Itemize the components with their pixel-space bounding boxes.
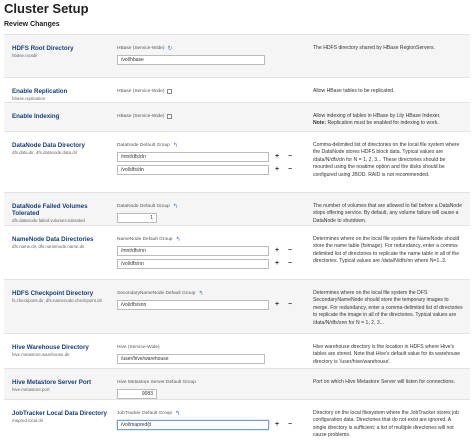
config-key: fs.checkpoint.dir, dfs.namenode.checkpoi…	[12, 298, 103, 303]
back-arrow-icon[interactable]: ↰	[173, 204, 178, 210]
config-name: DataNode Failed Volumes Tolerated	[12, 203, 88, 217]
config-group: Hive Metastore Server Default Group	[117, 380, 196, 385]
config-key: dfs.datanode.failed.volumes.tolerated	[12, 218, 85, 223]
config-group: JobTracker Default Group	[117, 411, 173, 416]
add-button[interactable]: +	[272, 246, 282, 256]
config-group: DataNode Default Group	[117, 204, 170, 209]
enable-replication-checkbox[interactable]	[167, 89, 173, 94]
config-row-datanode-failed-volumes: DataNode Failed Volumes Tolerated dfs.da…	[4, 192, 470, 225]
config-group: DataNode Default Group	[117, 143, 170, 148]
config-key: hive.metastore.port	[12, 387, 50, 392]
add-button[interactable]: +	[272, 165, 282, 175]
config-description: Allow HBase tables to be replicated.	[313, 88, 395, 94]
config-row-hive-metastore-port: Hive Metastore Server Port hive.metastor…	[4, 368, 470, 399]
config-group: HBase (Service-Wide)	[117, 114, 165, 119]
config-name: Hive Metastore Server Port	[12, 379, 92, 386]
config-name: NameNode Data Directories	[12, 236, 94, 243]
config-row-namenode-data-directories: NameNode Data Directories dfs.name.dir, …	[4, 225, 470, 279]
remove-button[interactable]: −	[285, 246, 295, 256]
config-name: JobTracker Local Data Directory	[12, 410, 107, 417]
back-arrow-icon[interactable]: ↰	[173, 143, 178, 149]
config-name: Enable Indexing	[12, 113, 60, 120]
config-description: Directory on the local filesystem where …	[313, 410, 459, 439]
add-button[interactable]: +	[272, 259, 282, 269]
page-subtitle: Review Changes	[4, 21, 60, 28]
config-group: NameNode Default Group	[117, 237, 173, 242]
remove-button[interactable]: −	[285, 300, 295, 310]
config-key: hbase.rootdir	[12, 53, 38, 58]
page-title: Cluster Setup	[4, 1, 89, 16]
remove-button[interactable]: −	[285, 420, 295, 430]
config-description: The HDFS directory shared by HBase Regio…	[313, 45, 436, 51]
config-row-hdfs-checkpoint-directory: HDFS Checkpoint Directory fs.checkpoint.…	[4, 279, 470, 333]
config-description: Comma-delimited list of directories on t…	[313, 142, 460, 178]
remove-button[interactable]: −	[285, 259, 295, 269]
checkpoint-dir-input[interactable]: /vol/dfs/snn	[117, 300, 269, 310]
config-description: Determines where on the local file syste…	[313, 290, 463, 326]
config-row-datanode-data-directory: DataNode Data Directory dfs.data.dir, df…	[4, 131, 470, 192]
hdfs-root-directory-input[interactable]: /vol/hbase	[117, 55, 265, 65]
config-name: Hive Warehouse Directory	[12, 344, 89, 351]
config-group: SecondaryNameNode Default Group	[117, 291, 196, 296]
datanode-data-dir-input[interactable]: /vol/dfs/dn	[117, 165, 269, 175]
remove-button[interactable]: −	[285, 165, 295, 175]
description-text: Allow indexing of tables in HBase by Lil…	[313, 113, 441, 119]
back-arrow-icon[interactable]: ↰	[175, 411, 180, 417]
config-name: Enable Replication	[12, 88, 68, 95]
note-text: Replication must be enabled for indexing…	[327, 120, 439, 127]
datanode-data-dir-input[interactable]: /mnt/dfs/dn	[117, 152, 269, 162]
config-name: DataNode Data Directory	[12, 142, 85, 149]
jobtracker-local-dir-input[interactable]: /vol/mapred/jt	[117, 420, 269, 430]
namenode-data-dir-input[interactable]: /mnt/dfs/nn	[117, 246, 269, 256]
add-button[interactable]: +	[272, 300, 282, 310]
config-group: HBase (Service-Wide)	[117, 89, 165, 94]
failed-volumes-input[interactable]: 1	[117, 213, 157, 223]
config-description: Port on which Hive Metastore Server will…	[313, 379, 456, 385]
config-row-hive-warehouse-directory: Hive Warehouse Directory hive.metastore.…	[4, 333, 470, 368]
config-row-enable-indexing: Enable Indexing HBase (Service-Wide) All…	[4, 102, 470, 131]
remove-button[interactable]: −	[285, 152, 295, 162]
config-row-hdfs-root-directory: HDFS Root Directory hbase.rootdir HBase …	[4, 34, 470, 77]
config-name: HDFS Root Directory	[12, 45, 74, 52]
hive-warehouse-dir-input[interactable]: /user/hive/warehouse	[117, 354, 265, 364]
add-button[interactable]: +	[272, 152, 282, 162]
config-description: Determines where on the local file syste…	[313, 236, 460, 265]
config-description: Allow indexing of tables in HBase by Lil…	[313, 113, 463, 128]
config-key: dfs.data.dir, dfs.datanode.data.dir	[12, 150, 78, 155]
config-description: Hive warehouse directory is the location…	[313, 344, 461, 365]
back-arrow-icon[interactable]: ↰	[175, 237, 180, 243]
config-group: Hive (Service-Wide)	[117, 345, 160, 350]
config-group: HBase (Service-Wide)	[117, 46, 165, 51]
config-key: hive.metastore.warehouse.dir	[12, 352, 70, 357]
hive-metastore-port-input[interactable]: 9083	[117, 389, 157, 399]
namenode-data-dir-input[interactable]: /vol/dfs/nn	[117, 259, 269, 269]
config-description: The number of volumes that are allowed t…	[313, 203, 462, 224]
config-key: dfs.name.dir, dfs.namenode.name.dir	[12, 244, 85, 249]
config-row-enable-replication: Enable Replication hbase.replication HBa…	[4, 77, 470, 102]
back-arrow-icon[interactable]: ↰	[198, 291, 203, 297]
add-button[interactable]: +	[272, 420, 282, 430]
undo-icon[interactable]: ↻	[167, 46, 172, 52]
note-label: Note:	[313, 120, 327, 127]
config-row-jobtracker-local-data-directory: JobTracker Local Data Directory mapred.l…	[4, 399, 470, 442]
config-key: mapred.local.dir	[12, 418, 44, 423]
enable-indexing-checkbox[interactable]	[167, 114, 173, 119]
config-name: HDFS Checkpoint Directory	[12, 290, 94, 297]
